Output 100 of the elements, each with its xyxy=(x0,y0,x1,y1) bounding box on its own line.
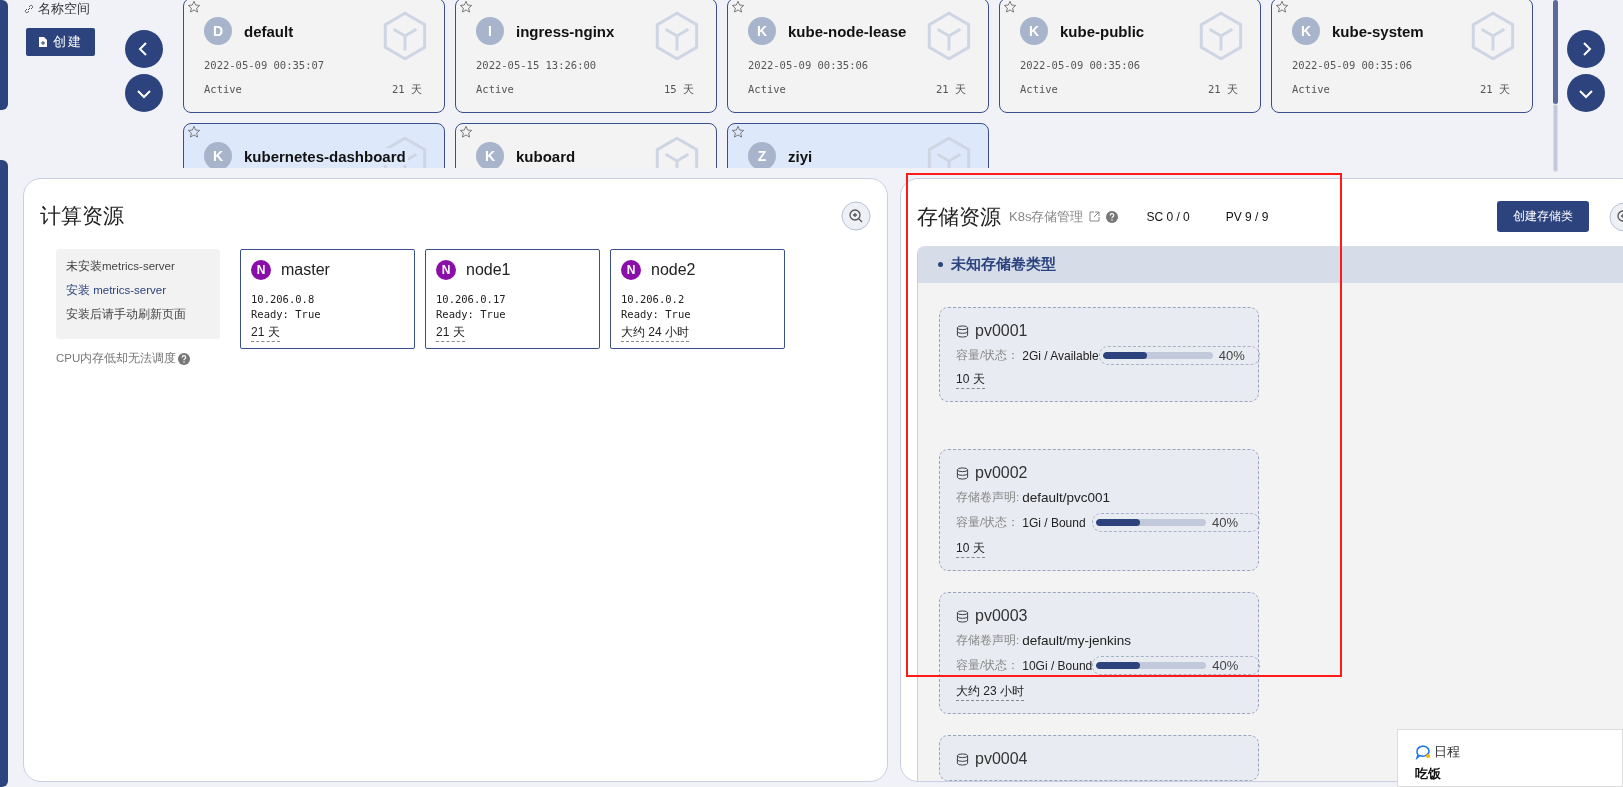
age-text: 大约 23 小时 xyxy=(956,683,1024,701)
node-name: master xyxy=(281,261,330,279)
sc-count: SC 0 / 0 xyxy=(1146,209,1190,224)
status-text: Active xyxy=(476,83,514,97)
status-text: Active xyxy=(1020,83,1058,97)
next-button[interactable] xyxy=(1567,30,1605,68)
star-icon[interactable] xyxy=(459,0,473,14)
notification-title: 吃饭 xyxy=(1415,765,1442,783)
node-status: Ready: True xyxy=(621,307,692,322)
volume-card[interactable]: pv0003 存储卷声明: default/my-jenkins 容量/状态： 10Gi / Bound 40% 大约 23 小时 xyxy=(939,592,1259,714)
expand-button[interactable] xyxy=(1567,74,1605,112)
create-storage-class-button[interactable]: 创建存储类 xyxy=(1497,201,1589,232)
node-card[interactable]: N node2 10.206.0.2 Ready: True 大约 24 小时 xyxy=(610,249,785,349)
expand-button[interactable] xyxy=(125,74,163,112)
star-icon[interactable] xyxy=(731,0,745,14)
install-link[interactable]: 安装 metrics-server xyxy=(66,283,210,298)
cube-icon xyxy=(654,11,700,61)
cube-icon xyxy=(382,11,428,61)
created-time: 2022-05-09 00:35:06 xyxy=(1020,59,1142,71)
namespace-card[interactable]: K kube-system 2022-05-09 00:35:06 Active 21 天 xyxy=(1271,0,1533,113)
usage-percent: 40% xyxy=(1212,658,1239,673)
pv-count: PV 9 / 9 xyxy=(1225,209,1269,224)
storage-link[interactable]: K8s存储管理 xyxy=(1009,207,1084,226)
claim-value: default/my-jenkins xyxy=(1022,633,1131,648)
notification-popup[interactable]: 日程 吃饭 xyxy=(1397,729,1623,787)
namespace-card[interactable]: K kubernetes-dashboard xyxy=(183,123,445,168)
age-text: 21 天 xyxy=(1480,83,1510,97)
node-card[interactable]: N node1 10.206.0.17 Ready: True 21 天 xyxy=(425,249,600,349)
cube-icon xyxy=(1198,11,1244,61)
node-badge: N xyxy=(621,260,641,280)
avatar: Z xyxy=(748,142,776,168)
star-icon[interactable] xyxy=(731,125,745,139)
claim-label: 存储卷声明: xyxy=(956,490,1020,505)
node-ip: 10.206.0.2 xyxy=(621,292,686,307)
claim-label: 存储卷声明: xyxy=(956,633,1020,648)
node-ip: 10.206.0.8 xyxy=(251,292,316,307)
namespace-card[interactable]: Z ziyi xyxy=(727,123,989,168)
volume-name: pv0002 xyxy=(975,464,1028,482)
namespace-card[interactable]: K kube-node-lease 2022-05-09 00:35:06 Active 21 天 xyxy=(727,0,989,113)
avatar: K xyxy=(476,142,504,168)
namespace-card[interactable]: I ingress-nginx 2022-05-15 13:26:00 Active 15 天 xyxy=(455,0,717,113)
node-status: Ready: True xyxy=(436,307,507,322)
star-icon[interactable] xyxy=(1275,0,1289,14)
node-badge: N xyxy=(251,260,271,280)
notice-text: 安装后请手动刷新页面 xyxy=(66,307,187,322)
create-button[interactable]: 创建 xyxy=(26,28,95,56)
database-icon xyxy=(956,752,969,766)
panel-title: 计算资源 xyxy=(40,203,124,229)
avatar: K xyxy=(1292,17,1320,45)
section-title: 名称空间 xyxy=(38,2,90,16)
capacity-label: 容量/状态： xyxy=(956,348,1020,363)
volume-card[interactable]: pv0001 容量/状态： 2Gi / Available 40% 10 天 xyxy=(939,307,1259,402)
star-icon[interactable] xyxy=(459,125,473,139)
avatar: K xyxy=(748,17,776,45)
database-icon xyxy=(956,466,969,480)
age-text: 15 天 xyxy=(664,83,694,97)
hint-text: CPU内存低却无法调度 xyxy=(56,351,177,366)
external-link-icon xyxy=(1089,211,1101,222)
usage-percent: 40% xyxy=(1212,515,1239,530)
help-icon[interactable] xyxy=(1106,210,1119,223)
star-icon[interactable] xyxy=(1003,0,1017,14)
cube-icon xyxy=(926,11,972,61)
age-text: 21 天 xyxy=(436,324,465,342)
namespace-card[interactable]: K kuboard xyxy=(455,123,717,168)
zoom-in-icon[interactable] xyxy=(841,201,871,231)
created-time: 2022-05-09 00:35:06 xyxy=(1292,59,1414,71)
node-ip: 10.206.0.17 xyxy=(436,292,507,307)
status-text: Active xyxy=(204,83,242,97)
claim-value: default/pvc001 xyxy=(1022,490,1111,505)
file-plus-icon xyxy=(38,36,48,48)
namespace-card[interactable]: K kube-public 2022-05-09 00:35:06 Active 21 天 xyxy=(999,0,1261,113)
capacity-label: 容量/状态： xyxy=(956,515,1020,530)
star-icon[interactable] xyxy=(187,125,201,139)
created-time: 2022-05-09 00:35:07 xyxy=(204,59,326,71)
node-status: Ready: True xyxy=(251,307,322,322)
volume-card[interactable]: pv0002 存储卷声明: default/pvc001 容量/状态： 1Gi / Bound 40% 10 天 xyxy=(939,449,1259,571)
node-name: node2 xyxy=(651,261,696,279)
age-text: 21 天 xyxy=(1208,83,1238,97)
status-text: Active xyxy=(748,83,786,97)
volume-name: pv0003 xyxy=(975,607,1028,625)
panel-title: 存储资源 xyxy=(917,203,1001,230)
age-text: 10 天 xyxy=(956,371,985,389)
volume-name: pv0001 xyxy=(975,322,1028,340)
help-icon[interactable] xyxy=(178,352,191,365)
age-text: 21 天 xyxy=(936,83,966,97)
node-card[interactable]: N master 10.206.0.8 Ready: True 21 天 xyxy=(240,249,415,349)
status-text: Active xyxy=(1292,83,1330,97)
volume-card[interactable]: pv0004 xyxy=(939,735,1259,781)
previous-button[interactable] xyxy=(125,30,163,68)
capacity-label: 容量/状态： xyxy=(956,658,1020,673)
app-name: 日程 xyxy=(1434,743,1460,761)
volume-name: pv0004 xyxy=(975,750,1028,768)
avatar: K xyxy=(204,142,232,168)
namespace-card[interactable]: D default 2022-05-09 00:35:07 Active 21 天 xyxy=(183,0,445,113)
avatar: I xyxy=(476,17,504,45)
database-icon xyxy=(956,609,969,623)
star-icon[interactable] xyxy=(187,0,201,14)
avatar: K xyxy=(1020,17,1048,45)
age-text: 21 天 xyxy=(251,324,280,342)
node-badge: N xyxy=(436,260,456,280)
